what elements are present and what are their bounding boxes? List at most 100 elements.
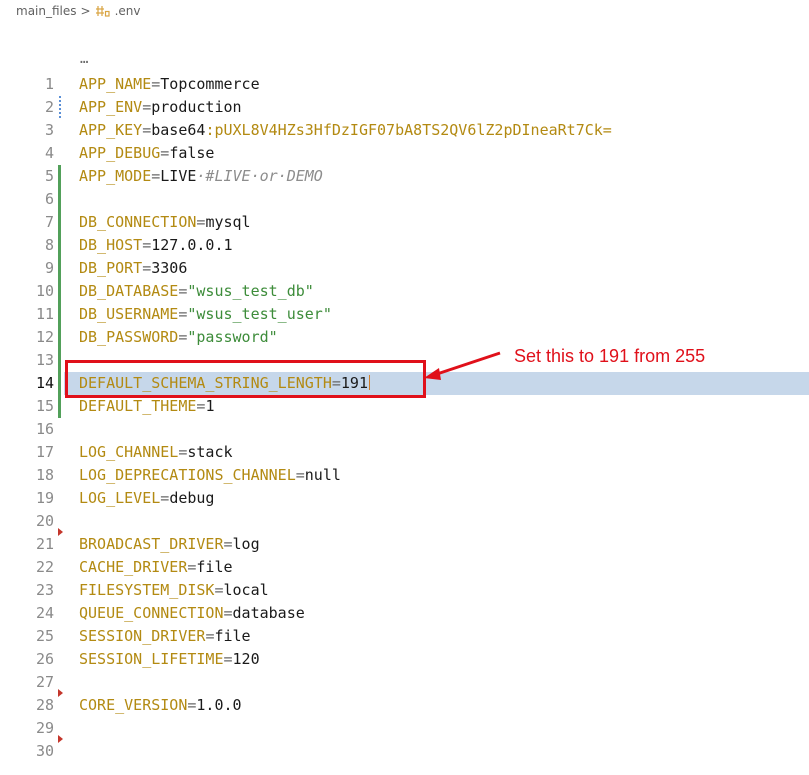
code-text: DB_PORT=3306 xyxy=(79,259,187,278)
inline-comment: ·#LIVE·or·DEMO xyxy=(196,167,323,185)
assignment-operator: = xyxy=(223,604,233,622)
code-text: LOG_DEPRECATIONS_CHANNEL=null xyxy=(79,466,341,485)
code-line[interactable]: 4 APP_DEBUG=false xyxy=(0,142,809,165)
code-line[interactable]: 9 DB_PORT=3306 xyxy=(0,257,809,280)
breadcrumb: main_files > .env xyxy=(16,2,140,20)
git-added-marker[interactable] xyxy=(58,303,61,326)
line-number: 7 xyxy=(44,213,54,231)
env-value: "password" xyxy=(187,328,278,346)
code-line[interactable]: 24 QUEUE_CONNECTION=database xyxy=(0,602,809,625)
line-number: 8 xyxy=(44,236,54,254)
annotation-arrow-icon xyxy=(424,351,501,380)
code-line[interactable]: 6 xyxy=(0,188,809,211)
assignment-operator: = xyxy=(295,466,305,484)
code-line[interactable]: 11 DB_USERNAME="wsus_test_user" xyxy=(0,303,809,326)
code-line[interactable]: 7 DB_CONNECTION=mysql xyxy=(0,211,809,234)
code-line[interactable]: 15 DEFAULT_THEME=1 xyxy=(0,395,809,418)
code-line[interactable]: 3 APP_KEY=base64:pUXL8V4HZs3HfDzIGF07bA8T… xyxy=(0,119,809,142)
code-line[interactable]: 2 APP_ENV=production xyxy=(0,96,809,119)
line-number: 14 xyxy=(35,374,54,392)
annotation-highlight-box xyxy=(65,360,426,398)
env-value: file xyxy=(196,558,233,576)
code-line[interactable]: 10 DB_DATABASE="wsus_test_db" xyxy=(0,280,809,303)
env-value: file xyxy=(214,627,251,645)
env-value: 1.0.0 xyxy=(196,696,242,714)
code-text: BROADCAST_DRIVER=log xyxy=(79,535,260,554)
env-key: LOG_DEPRECATIONS_CHANNEL xyxy=(79,466,296,484)
code-line[interactable]: 29 xyxy=(0,717,809,743)
git-added-marker[interactable] xyxy=(58,349,61,372)
assignment-operator: = xyxy=(151,167,161,185)
code-line[interactable]: 28 CORE_VERSION=1.0.0 xyxy=(0,694,809,717)
line-number: 10 xyxy=(35,282,54,300)
breadcrumb-folder[interactable]: main_files xyxy=(16,4,77,18)
git-added-marker[interactable] xyxy=(58,165,61,188)
env-value: mysql xyxy=(205,213,251,231)
git-modified-marker[interactable] xyxy=(59,96,61,119)
code-text: DB_CONNECTION=mysql xyxy=(79,213,251,232)
code-line[interactable]: 23 FILESYSTEM_DISK=local xyxy=(0,579,809,602)
env-key: DB_PASSWORD xyxy=(79,328,179,346)
env-key: APP_ENV xyxy=(79,98,143,116)
code-text: APP_ENV=production xyxy=(79,98,242,117)
git-added-marker[interactable] xyxy=(58,395,61,418)
git-added-marker[interactable] xyxy=(58,188,61,211)
line-number: 26 xyxy=(35,650,54,668)
code-line[interactable]: 18 LOG_DEPRECATIONS_CHANNEL=null xyxy=(0,464,809,487)
line-number: 19 xyxy=(35,489,54,507)
env-value: debug xyxy=(169,489,215,507)
line-number: 4 xyxy=(44,144,54,162)
env-value: database xyxy=(232,604,305,622)
env-key: DB_PORT xyxy=(79,259,143,277)
code-line[interactable]: 25 SESSION_DRIVER=file xyxy=(0,625,809,648)
env-value: Topcommerce xyxy=(160,75,260,93)
line-number: 21 xyxy=(35,535,54,553)
breadcrumb-file[interactable]: .env xyxy=(115,4,141,18)
env-value: 120 xyxy=(232,650,260,668)
env-key: DB_CONNECTION xyxy=(79,213,197,231)
env-value: null xyxy=(304,466,341,484)
assignment-operator: = xyxy=(151,75,161,93)
code-line[interactable]: 20 xyxy=(0,510,809,536)
code-line[interactable]: 17 LOG_CHANNEL=stack xyxy=(0,441,809,464)
line-number: 27 xyxy=(35,673,54,691)
git-added-marker[interactable] xyxy=(58,234,61,257)
code-line[interactable]: 1 APP_NAME=Topcommerce xyxy=(0,73,809,96)
code-text: DB_PASSWORD="password" xyxy=(79,328,278,347)
line-number: 17 xyxy=(35,443,54,461)
env-key: APP_NAME xyxy=(79,75,152,93)
env-value: log xyxy=(232,535,260,553)
code-text: FILESYSTEM_DISK=local xyxy=(79,581,269,600)
code-line[interactable]: 22 CACHE_DRIVER=file xyxy=(0,556,809,579)
line-number: 25 xyxy=(35,627,54,645)
folded-region-indicator[interactable]: … xyxy=(80,51,89,67)
code-line[interactable]: 26 SESSION_LIFETIME=120 xyxy=(0,648,809,671)
env-value: stack xyxy=(187,443,233,461)
git-added-marker[interactable] xyxy=(58,211,61,234)
code-line[interactable]: 16 xyxy=(0,418,809,441)
code-text: LOG_LEVEL=debug xyxy=(79,489,214,508)
git-added-marker[interactable] xyxy=(58,257,61,280)
code-line[interactable]: 5 APP_MODE=LIVE·#LIVE·or·DEMO xyxy=(0,165,809,188)
git-added-marker[interactable] xyxy=(58,372,61,395)
env-value: base64 xyxy=(151,121,206,139)
line-number: 15 xyxy=(35,397,54,415)
code-line[interactable]: 30 xyxy=(0,740,809,763)
code-editor[interactable]: 1 APP_NAME=Topcommerce 2 APP_ENV=production… xyxy=(0,73,809,763)
line-number: 18 xyxy=(35,466,54,484)
code-line[interactable]: 27 xyxy=(0,671,809,697)
code-line[interactable]: 19 LOG_LEVEL=debug xyxy=(0,487,809,510)
assignment-operator: = xyxy=(214,581,224,599)
code-line[interactable]: 21 BROADCAST_DRIVER=log xyxy=(0,533,809,556)
settings-file-icon xyxy=(95,4,111,18)
git-added-marker[interactable] xyxy=(58,326,61,349)
annotation-text: Set this to 191 from 255 xyxy=(514,346,706,366)
code-text: APP_NAME=Topcommerce xyxy=(79,75,260,94)
line-number: 9 xyxy=(44,259,54,277)
git-added-marker[interactable] xyxy=(58,280,61,303)
code-line[interactable]: 8 DB_HOST=127.0.0.1 xyxy=(0,234,809,257)
env-key: QUEUE_CONNECTION xyxy=(79,604,224,622)
assignment-operator: = xyxy=(142,259,152,277)
env-value: production xyxy=(151,98,242,116)
env-key: CACHE_DRIVER xyxy=(79,558,188,576)
